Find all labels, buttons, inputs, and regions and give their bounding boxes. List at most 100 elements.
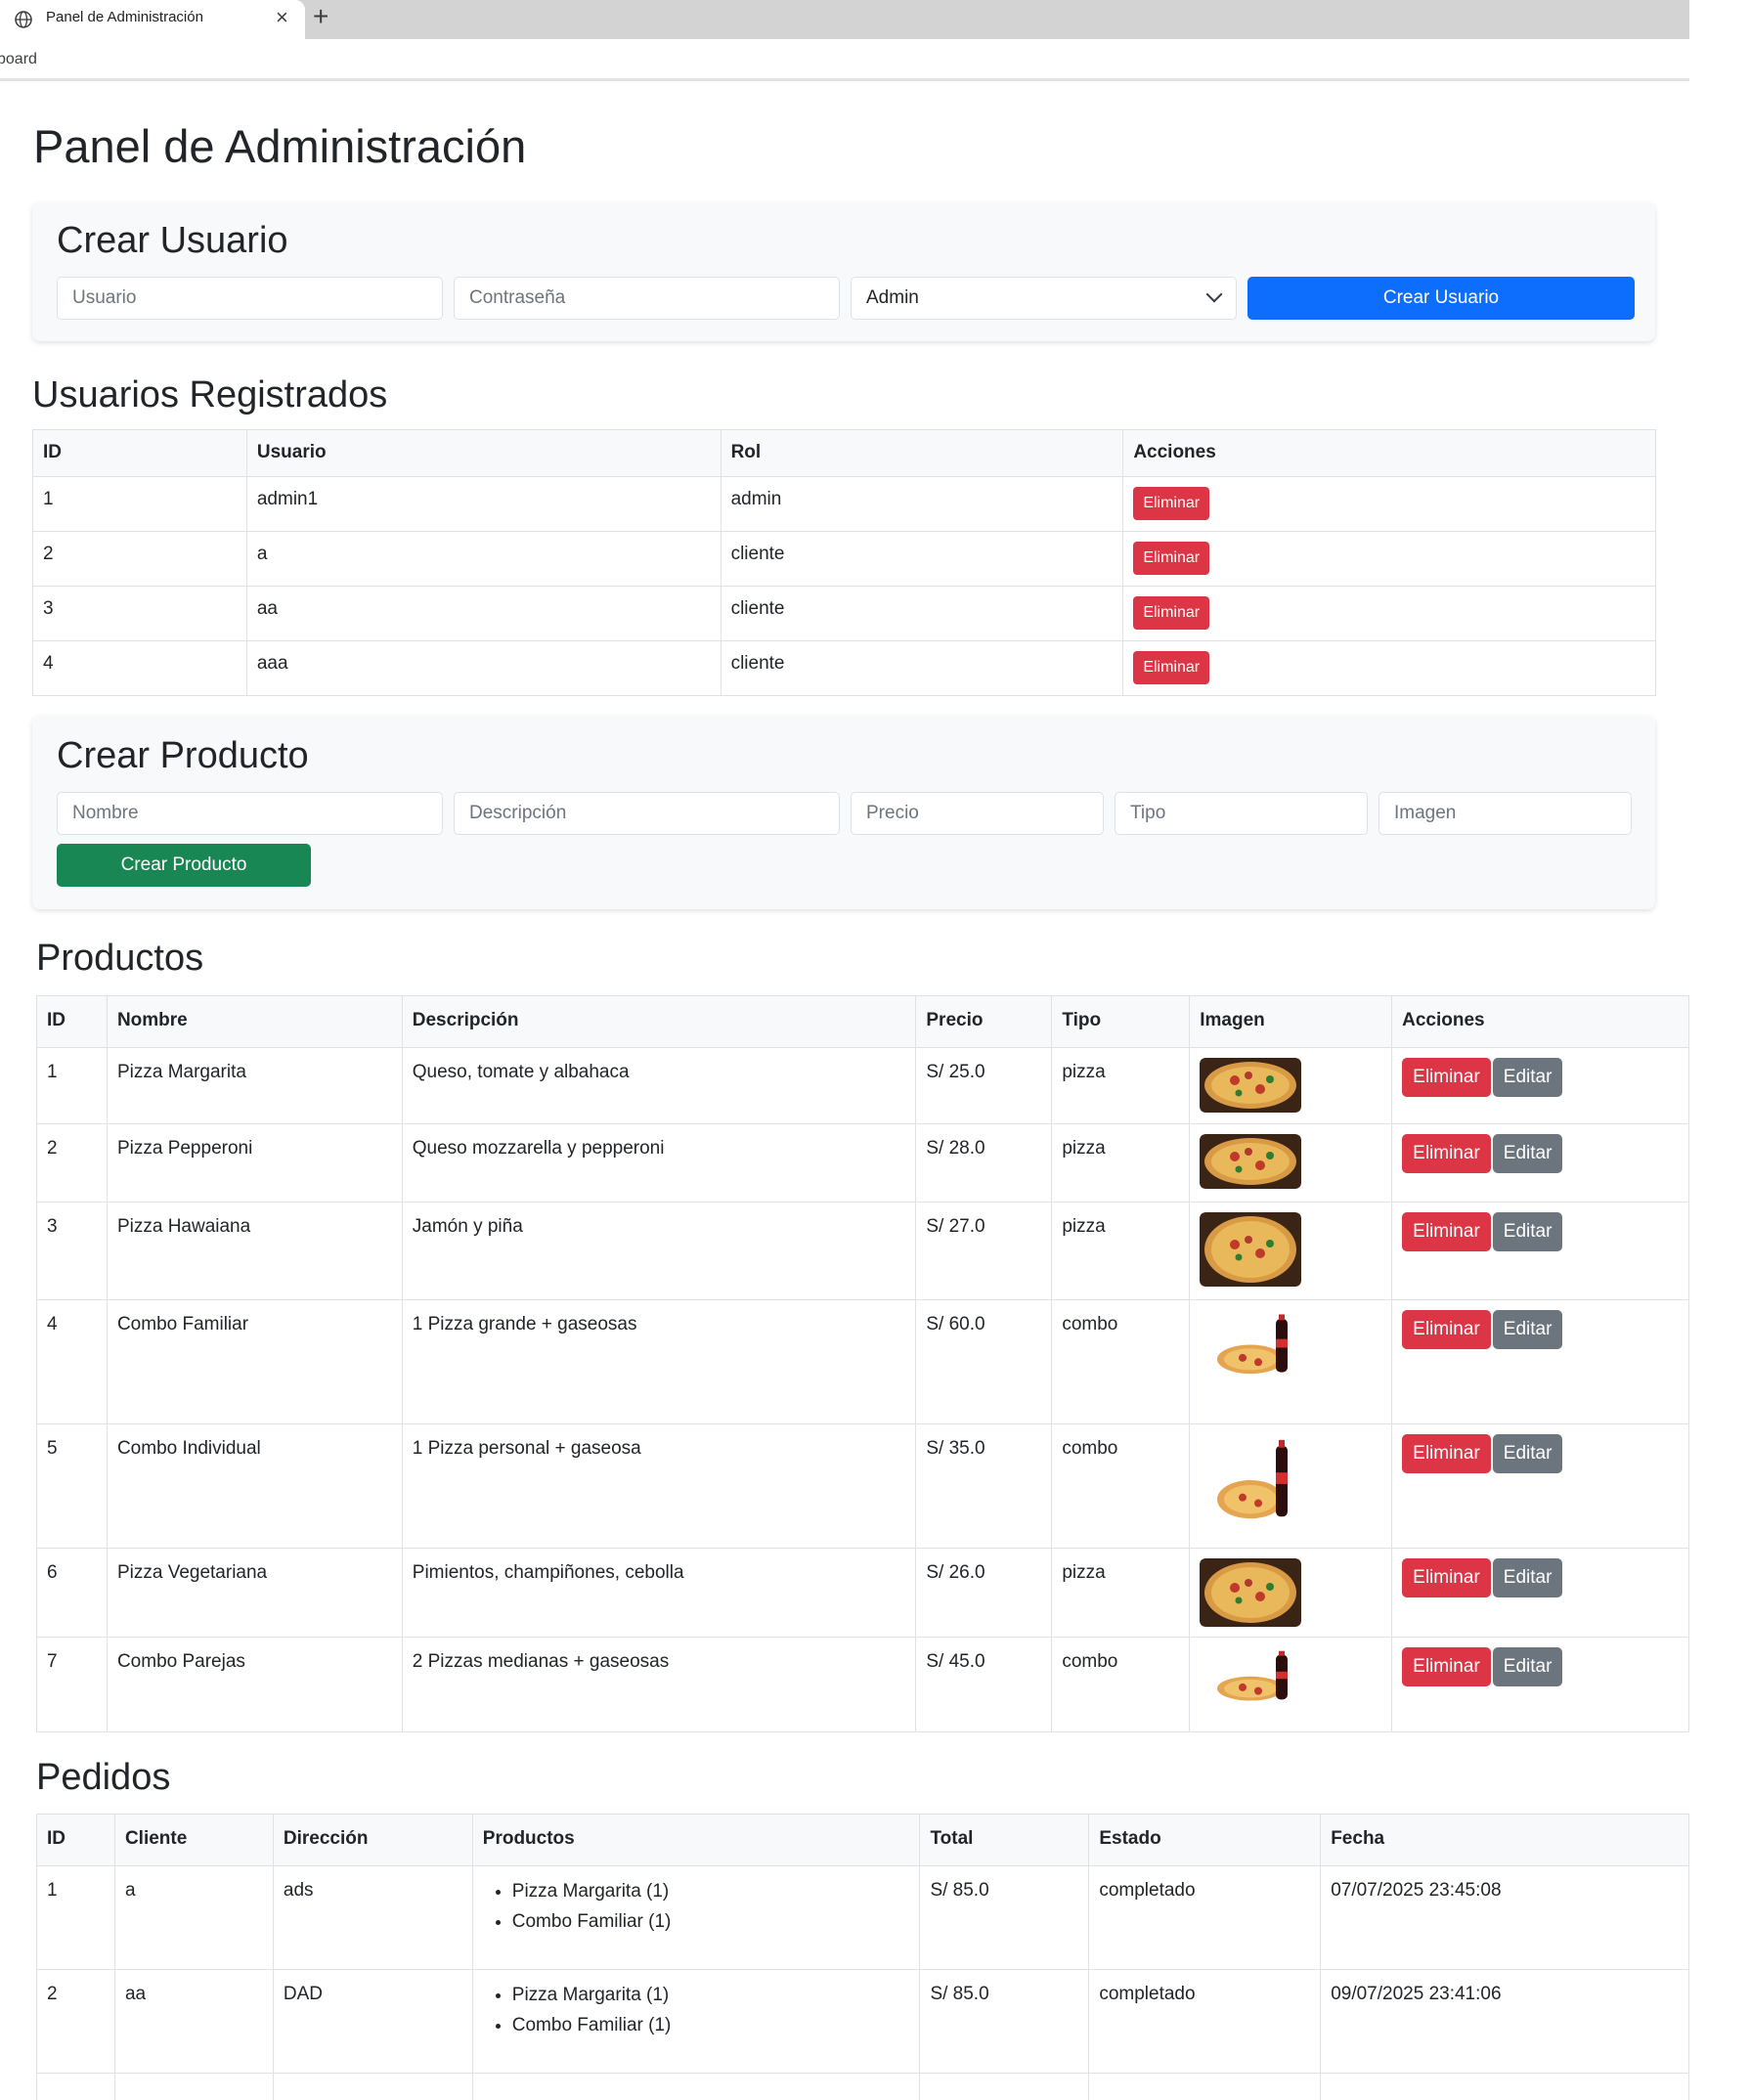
orders-col-total: Total <box>919 1814 1090 1866</box>
create-product-button[interactable]: Crear Producto <box>57 844 311 887</box>
product-image-cell <box>1189 1202 1393 1300</box>
users-col-id: ID <box>32 429 247 477</box>
delete-product-button[interactable]: Eliminar <box>1402 1134 1491 1173</box>
delete-product-button[interactable]: Eliminar <box>1402 1647 1491 1686</box>
edit-product-button[interactable]: Editar <box>1492 1212 1563 1251</box>
order-id-cell: 2 <box>36 1969 115 2074</box>
order-status-cell: completado <box>1088 1865 1322 1970</box>
product-image-cell <box>1189 1637 1393 1732</box>
products-col-actions: Acciones <box>1391 995 1689 1048</box>
product-actions-cell: Eliminar Editar <box>1391 1423 1689 1549</box>
order-items-list: Pizza Margarita (1)Combo Familiar (1) <box>483 1980 910 2040</box>
user-username-cell: aaa <box>245 640 722 696</box>
password-input[interactable]: Contraseña <box>454 277 840 320</box>
address-bar[interactable]: board <box>0 39 1689 81</box>
edit-product-button[interactable]: Editar <box>1492 1647 1563 1686</box>
orders-col-client: Cliente <box>113 1814 274 1866</box>
orders-col-status: Estado <box>1088 1814 1322 1866</box>
products-col-id: ID <box>36 995 108 1048</box>
combo-image <box>1200 1647 1381 1708</box>
product-id-cell: 6 <box>36 1548 108 1638</box>
order-total-cell: S/ 85.0 <box>919 1969 1090 2074</box>
product-price-cell: S/ 60.0 <box>915 1299 1053 1424</box>
products-col-price: Precio <box>915 995 1053 1048</box>
edit-product-button[interactable]: Editar <box>1492 1434 1563 1473</box>
product-row: 2 Pizza Pepperoni Queso mozzarella y peppe… <box>36 1123 1689 1203</box>
product-image-cell <box>1189 1548 1393 1638</box>
order-cell <box>272 2073 473 2100</box>
user-username-cell: admin1 <box>245 476 722 532</box>
order-client-cell: aa <box>113 1969 274 2074</box>
username-input[interactable]: Usuario <box>57 277 443 320</box>
product-description-input[interactable]: Descripción <box>454 792 840 835</box>
orders-col-address: Dirección <box>272 1814 473 1866</box>
products-col-image: Imagen <box>1189 995 1393 1048</box>
product-row: 6 Pizza Vegetariana Pimientos, champiñones… <box>36 1548 1689 1638</box>
user-role-cell: cliente <box>720 640 1124 696</box>
users-table: ID Usuario Rol Acciones 1 admin1 admin Elim… <box>32 429 1656 696</box>
new-tab-icon[interactable]: + <box>313 3 328 30</box>
delete-product-button[interactable]: Eliminar <box>1402 1434 1491 1473</box>
product-image-cell <box>1189 1123 1393 1203</box>
edit-product-button[interactable]: Editar <box>1492 1558 1563 1597</box>
user-actions-cell: Eliminar <box>1122 531 1656 587</box>
globe-icon <box>15 11 32 28</box>
product-row: 4 Combo Familiar 1 Pizza grande + gaseosas… <box>36 1299 1689 1424</box>
edit-product-button[interactable]: Editar <box>1492 1134 1563 1173</box>
order-client-cell: a <box>113 1865 274 1970</box>
user-row: 1 admin1 admin Eliminar <box>32 476 1656 532</box>
order-total-cell: S/ 85.0 <box>919 1865 1090 1970</box>
product-description-cell: Queso mozzarella y pepperoni <box>401 1123 917 1203</box>
user-id-cell: 3 <box>32 586 247 641</box>
product-price-cell: S/ 25.0 <box>915 1047 1053 1124</box>
product-type-input[interactable]: Tipo <box>1115 792 1368 835</box>
browser-tab[interactable]: Panel de Administración × <box>0 0 305 39</box>
role-select[interactable]: Admin <box>851 277 1237 320</box>
delete-user-button[interactable]: Eliminar <box>1133 596 1210 630</box>
delete-user-button[interactable]: Eliminar <box>1133 542 1210 575</box>
product-description-cell: 2 Pizzas medianas + gaseosas <box>401 1637 917 1732</box>
order-date-cell: 09/07/2025 23:41:06 <box>1320 1969 1689 2074</box>
address-url: board <box>0 51 37 67</box>
order-address-cell: DAD <box>272 1969 473 2074</box>
user-role-cell: cliente <box>720 586 1124 641</box>
delete-user-button[interactable]: Eliminar <box>1133 651 1210 684</box>
user-username-cell: a <box>245 531 722 587</box>
product-name-cell: Combo Familiar <box>106 1299 403 1424</box>
product-type-cell: combo <box>1051 1637 1191 1732</box>
close-tab-icon[interactable]: × <box>276 7 288 28</box>
product-price-input[interactable]: Precio <box>851 792 1104 835</box>
page-content: Panel de Administración Crear Usuario Us… <box>0 84 1750 2100</box>
products-col-type: Tipo <box>1051 995 1191 1048</box>
user-username-cell: aa <box>245 586 722 641</box>
order-status-cell: completado <box>1088 1969 1322 2074</box>
product-type-cell: pizza <box>1051 1202 1191 1300</box>
delete-product-button[interactable]: Eliminar <box>1402 1212 1491 1251</box>
user-id-cell: 1 <box>32 476 247 532</box>
delete-product-button[interactable]: Eliminar <box>1402 1558 1491 1597</box>
product-type-cell: combo <box>1051 1299 1191 1424</box>
product-name-cell: Pizza Vegetariana <box>106 1548 403 1638</box>
delete-user-button[interactable]: Eliminar <box>1133 487 1210 520</box>
product-type-cell: pizza <box>1051 1548 1191 1638</box>
create-user-button[interactable]: Crear Usuario <box>1247 277 1635 320</box>
product-actions-cell: Eliminar Editar <box>1391 1202 1689 1300</box>
users-col-actions: Acciones <box>1122 429 1656 477</box>
product-id-cell: 5 <box>36 1423 108 1549</box>
user-actions-cell: Eliminar <box>1122 586 1656 641</box>
edit-product-button[interactable]: Editar <box>1492 1058 1563 1097</box>
product-image-cell <box>1189 1423 1393 1549</box>
user-row: 2 a cliente Eliminar <box>32 531 1656 587</box>
product-name-cell: Pizza Pepperoni <box>106 1123 403 1203</box>
delete-product-button[interactable]: Eliminar <box>1402 1310 1491 1349</box>
product-image-input[interactable]: Imagen <box>1378 792 1632 835</box>
pizza-image <box>1200 1058 1381 1113</box>
delete-product-button[interactable]: Eliminar <box>1402 1058 1491 1097</box>
edit-product-button[interactable]: Editar <box>1492 1310 1563 1349</box>
products-col-description: Descripción <box>401 995 917 1048</box>
product-name-input[interactable]: Nombre <box>57 792 443 835</box>
pizza-image <box>1200 1212 1381 1287</box>
product-actions-cell: Eliminar Editar <box>1391 1123 1689 1203</box>
browser-tab-bar: Panel de Administración × + <box>0 0 1689 39</box>
order-row-partial <box>36 2073 1689 2100</box>
